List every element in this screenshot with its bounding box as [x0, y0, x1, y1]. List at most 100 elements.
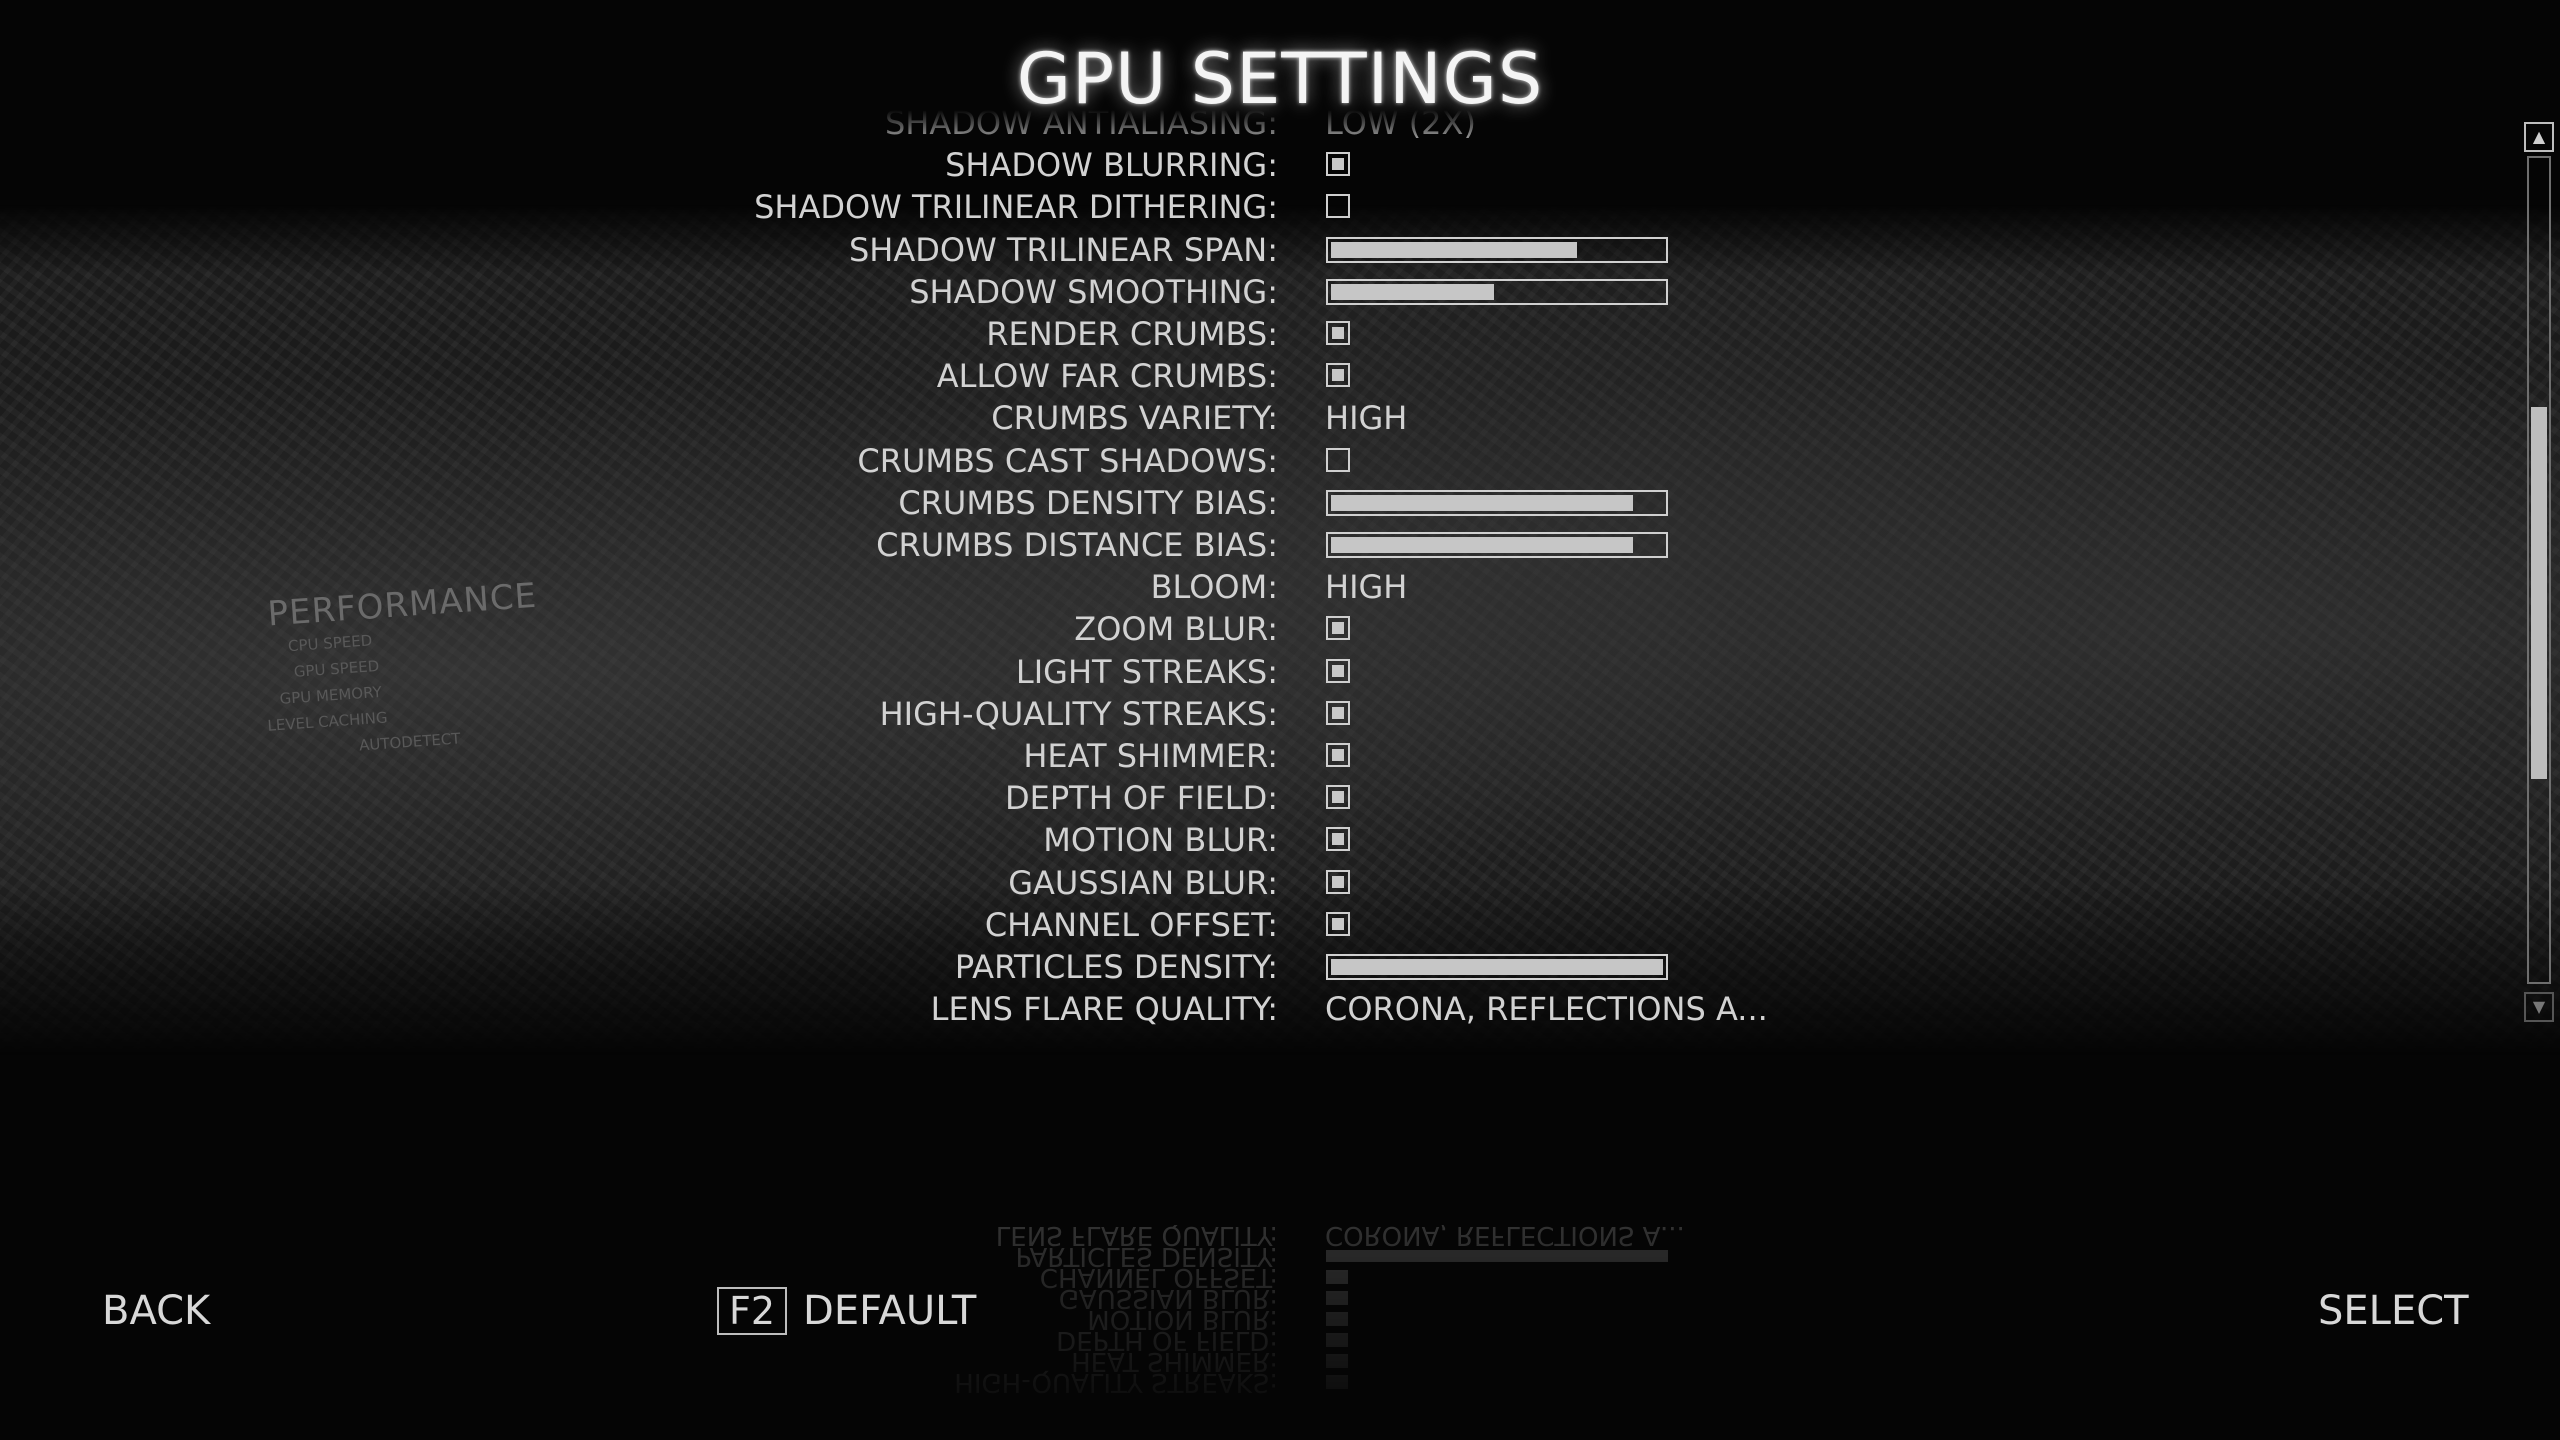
arrow-down-icon[interactable]: ▼: [2524, 992, 2554, 1022]
setting-row[interactable]: ZOOM BLUR:: [0, 608, 2560, 650]
setting-label: SHADOW TRILINEAR SPAN:: [848, 230, 1278, 269]
setting-row[interactable]: HIGH-QUALITY STREAKS:: [0, 693, 2560, 735]
page-title: GPU SETTINGS: [1016, 38, 1544, 120]
reflection-row: GAUSSIAN BLUR:: [0, 1283, 2560, 1313]
reflection-row: LENS FLARE QUALITY: CORONA, REFLECTIONS A…: [0, 1225, 2560, 1250]
checkbox-fill: [1332, 327, 1344, 339]
reflection-row: DEPTH OF FIELD:: [0, 1325, 2560, 1355]
setting-label: RENDER CRUMBS:: [986, 315, 1278, 353]
setting-label: CRUMBS DISTANCE BIAS:: [876, 526, 1278, 564]
setting-checkbox[interactable]: [1326, 363, 1350, 388]
setting-label: HEAT SHIMMER:: [1023, 737, 1278, 775]
setting-row[interactable]: MOTION BLUR:: [0, 819, 2560, 861]
setting-checkbox[interactable]: [1326, 785, 1350, 810]
setting-label: LIGHT STREAKS:: [1015, 652, 1278, 691]
reflection-row: MOTION BLUR:: [0, 1304, 2560, 1334]
default-label: DEFAULT: [803, 1288, 977, 1334]
checkbox-fill: [1332, 706, 1344, 719]
checkbox-fill: [1332, 622, 1344, 635]
setting-row[interactable]: CRUMBS VARIETY: HIGH: [0, 397, 2560, 439]
checkbox-fill: [1332, 833, 1344, 846]
setting-row[interactable]: BLOOM: HIGH: [0, 566, 2560, 608]
select-button[interactable]: SELECT: [2318, 1283, 2469, 1339]
setting-label: MOTION BLUR:: [1043, 821, 1278, 860]
setting-label: LENS FLARE QUALITY:: [930, 990, 1278, 1029]
checkbox-fill: [1332, 664, 1344, 677]
checkbox-fill: [1332, 875, 1344, 888]
setting-row[interactable]: GAUSSIAN BLUR:: [0, 862, 2560, 904]
checkbox-fill: [1332, 917, 1344, 930]
setting-row[interactable]: HEAT SHIMMER:: [0, 735, 2560, 777]
setting-checkbox[interactable]: [1326, 911, 1350, 936]
setting-slider[interactable]: [1326, 236, 1668, 263]
checkbox-fill: [1332, 749, 1344, 761]
reflection-checkbox: [1326, 1354, 1348, 1368]
setting-row[interactable]: RENDER CRUMBS:: [0, 313, 2560, 355]
setting-label: CRUMBS CAST SHADOWS:: [857, 441, 1278, 480]
reflection-row: PARTICLES DENSITY:: [0, 1241, 2560, 1271]
setting-row[interactable]: CRUMBS DENSITY BIAS:: [0, 482, 2560, 524]
setting-checkbox[interactable]: [1326, 616, 1350, 641]
setting-slider[interactable]: [1326, 954, 1668, 980]
scrollbar-thumb[interactable]: [2531, 407, 2547, 779]
setting-checkbox[interactable]: [1326, 658, 1350, 683]
reflection-row: CHANNEL OFFSET:: [0, 1262, 2560, 1292]
setting-row[interactable]: CHANNEL OFFSET:: [0, 904, 2560, 946]
setting-checkbox[interactable]: [1326, 321, 1350, 345]
reflection-slider: [1326, 1250, 1668, 1262]
setting-row[interactable]: SHADOW SMOOTHING:: [0, 271, 2560, 313]
setting-row[interactable]: SHADOW TRILINEAR SPAN:: [0, 229, 2560, 271]
setting-row[interactable]: SHADOW TRILINEAR DITHERING:: [0, 186, 2560, 228]
setting-row[interactable]: ALLOW FAR CRUMBS:: [0, 355, 2560, 397]
arrow-up-icon[interactable]: ▲: [2524, 122, 2554, 152]
reflection-checkbox: [1326, 1312, 1348, 1326]
reflection-checkbox: [1326, 1291, 1348, 1305]
slider-fill: [1331, 283, 1494, 300]
setting-checkbox[interactable]: [1326, 827, 1350, 852]
setting-row[interactable]: PARTICLES DENSITY:: [0, 946, 2560, 988]
setting-checkbox[interactable]: [1326, 447, 1350, 472]
reflection-row: HEAT SHIMMER:: [0, 1346, 2560, 1376]
setting-label: BLOOM:: [1150, 568, 1278, 607]
slider-fill: [1331, 494, 1633, 511]
setting-label: SHADOW TRILINEAR DITHERING:: [754, 188, 1278, 227]
setting-label: ALLOW FAR CRUMBS:: [936, 357, 1278, 396]
setting-value[interactable]: HIGH: [1325, 566, 1407, 608]
setting-label: CRUMBS VARIETY:: [991, 399, 1278, 438]
scrollbar[interactable]: ▲ ▼: [2524, 122, 2554, 1022]
setting-label: SHADOW SMOOTHING:: [909, 272, 1278, 311]
setting-value[interactable]: CORONA, REFLECTIONS A...: [1325, 988, 1768, 1030]
setting-row[interactable]: LIGHT STREAKS:: [0, 651, 2560, 693]
setting-row[interactable]: CRUMBS CAST SHADOWS:: [0, 440, 2560, 482]
setting-slider[interactable]: [1326, 278, 1668, 305]
reflection-checkbox: [1326, 1270, 1348, 1284]
checkbox-fill: [1332, 791, 1344, 804]
settings-list: SHADOW ANTIALIASING: LOW (2X) SHADOW BLURR…: [0, 0, 2560, 1440]
setting-checkbox[interactable]: [1326, 194, 1350, 219]
setting-slider[interactable]: [1326, 489, 1668, 516]
setting-checkbox[interactable]: [1326, 743, 1350, 767]
setting-row[interactable]: SHADOW BLURRING:: [0, 144, 2560, 186]
setting-label: HIGH-QUALITY STREAKS:: [879, 694, 1278, 733]
setting-label: CRUMBS DENSITY BIAS:: [898, 483, 1278, 522]
setting-checkbox[interactable]: [1326, 700, 1350, 725]
slider-fill: [1331, 537, 1633, 553]
floor-reflection: LENS FLARE QUALITY: CORONA, REFLECTIONS A…: [0, 1225, 2560, 1440]
default-button[interactable]: F2 DEFAULT: [717, 1283, 976, 1339]
reflection-checkbox: [1326, 1375, 1348, 1389]
setting-label: CHANNEL OFFSET:: [984, 905, 1278, 944]
setting-label: PARTICLES DENSITY:: [954, 948, 1278, 986]
setting-row[interactable]: DEPTH OF FIELD:: [0, 777, 2560, 819]
setting-checkbox[interactable]: [1326, 152, 1350, 177]
reflection-value: CORONA, REFLECTIONS A...: [1325, 1225, 1685, 1250]
f2-key-badge: F2: [717, 1287, 788, 1335]
setting-checkbox[interactable]: [1326, 869, 1350, 894]
setting-row[interactable]: LENS FLARE QUALITY: CORONA, REFLECTIONS A…: [0, 988, 2560, 1030]
back-button[interactable]: BACK: [102, 1283, 210, 1339]
setting-label: DEPTH OF FIELD:: [1004, 779, 1278, 818]
setting-slider[interactable]: [1326, 532, 1668, 558]
reflection-checkbox: [1326, 1333, 1348, 1347]
setting-row[interactable]: CRUMBS DISTANCE BIAS:: [0, 524, 2560, 566]
setting-value[interactable]: HIGH: [1325, 397, 1407, 439]
scrollbar-track[interactable]: [2527, 156, 2551, 984]
